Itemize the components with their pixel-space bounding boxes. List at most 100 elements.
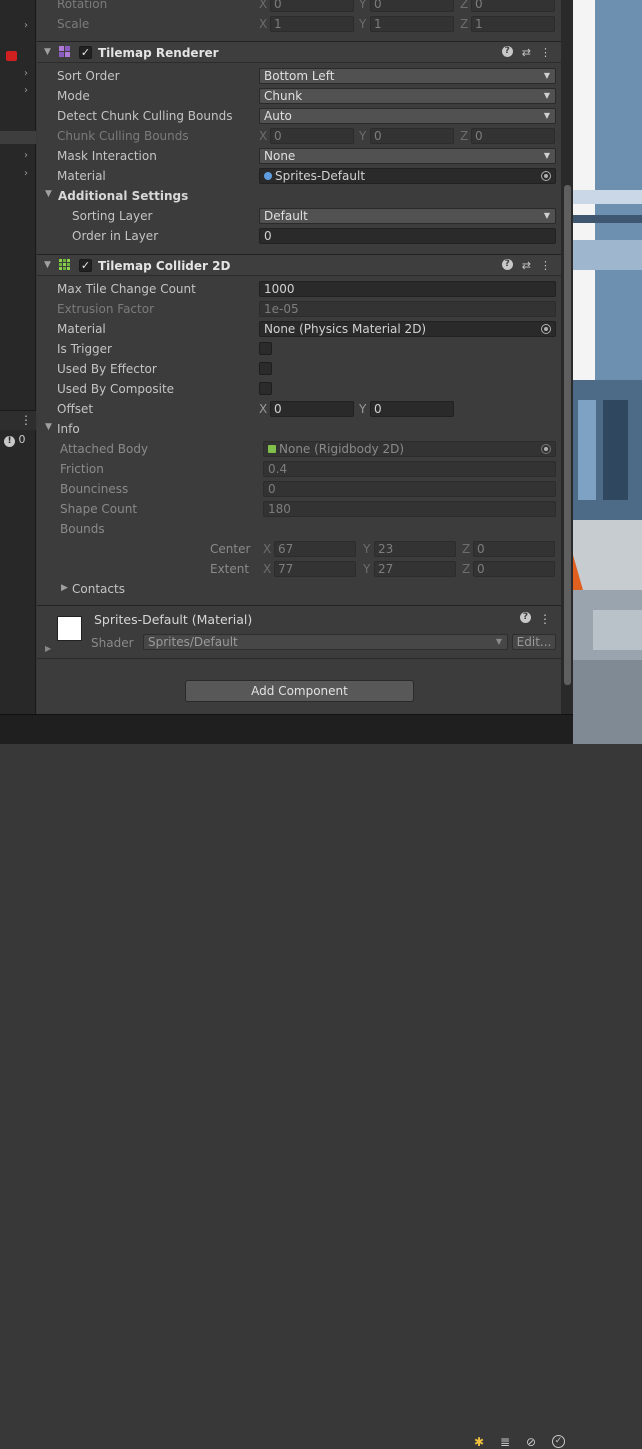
extent-x-field: 77 xyxy=(274,561,356,577)
order-in-layer-field[interactable]: 0 xyxy=(259,228,556,244)
foldout-arrow-icon[interactable]: ▼ xyxy=(45,422,52,432)
shape-count-field: 180 xyxy=(263,501,556,517)
sort-order-dropdown[interactable]: Bottom Left ▼ xyxy=(259,68,556,84)
tilemap-collider-header[interactable]: ▼ ✓ Tilemap Collider 2D ? ⇄ ⋮ xyxy=(37,254,561,276)
chunk-culling-z-field[interactable]: 0 xyxy=(471,128,555,144)
renderer-material-row: Material Sprites-Default xyxy=(37,166,561,186)
progress-check-icon[interactable]: ✓ xyxy=(552,1435,565,1448)
shader-dropdown[interactable]: Sprites/Default ▼ xyxy=(143,634,508,650)
tilemap-renderer-icon xyxy=(59,46,70,57)
scrollbar-thumb[interactable] xyxy=(564,185,571,685)
used-by-composite-label: Used By Composite xyxy=(57,382,175,396)
max-tile-change-field[interactable]: 1000 xyxy=(259,281,556,297)
chunk-culling-x-field[interactable]: 0 xyxy=(270,128,354,144)
mode-row: Mode Chunk ▼ xyxy=(37,86,561,106)
foldout-arrow-icon[interactable]: ▼ xyxy=(45,189,52,199)
material-preview-section: ▶ Sprites-Default (Material) ? ⋮ Shader S… xyxy=(37,605,561,657)
dropdown-arrow-icon: ▼ xyxy=(543,91,550,100)
rotation-row: Rotation X0 Y0 Z0 xyxy=(37,0,561,14)
tilemap-renderer-header[interactable]: ▼ ✓ Tilemap Renderer ? ⇄ ⋮ xyxy=(37,41,561,63)
additional-settings-row[interactable]: ▼ Additional Settings xyxy=(37,186,561,206)
help-icon[interactable]: ? xyxy=(501,259,513,270)
preset-sliders-icon[interactable]: ⇄ xyxy=(522,259,531,272)
debug-mode-icon[interactable]: ⊘ xyxy=(526,1435,540,1449)
additional-settings-label: Additional Settings xyxy=(58,189,189,203)
offset-y-field[interactable]: 0 xyxy=(370,401,454,417)
preset-sliders-icon[interactable]: ⇄ xyxy=(522,46,531,59)
tilemap-renderer-enabled-checkbox[interactable]: ✓ xyxy=(79,46,92,59)
help-icon[interactable]: ? xyxy=(501,46,513,57)
mode-dropdown[interactable]: Chunk ▼ xyxy=(259,88,556,104)
sort-order-row: Sort Order Bottom Left ▼ xyxy=(37,66,561,86)
scale-x-field[interactable]: 1 xyxy=(270,16,354,32)
cache-server-icon[interactable]: ≣ xyxy=(500,1435,514,1449)
hierarchy-selected-row[interactable] xyxy=(0,131,36,144)
info-foldout-row[interactable]: ▼ Info xyxy=(37,419,561,439)
extrusion-factor-field[interactable]: 1e-05 xyxy=(259,301,556,317)
mode-label: Mode xyxy=(57,89,90,103)
scale-z-field[interactable]: 1 xyxy=(471,16,555,32)
material-icon xyxy=(264,172,272,180)
more-options-icon[interactable]: ⋮ xyxy=(20,413,32,427)
mask-interaction-label: Mask Interaction xyxy=(57,149,157,163)
attached-body-field: None (Rigidbody 2D) xyxy=(263,441,556,457)
extent-label: Extent xyxy=(210,562,250,576)
is-trigger-checkbox[interactable] xyxy=(259,342,272,355)
mask-interaction-dropdown[interactable]: None ▼ xyxy=(259,148,556,164)
used-by-composite-checkbox[interactable] xyxy=(259,382,272,395)
foldout-arrow-icon[interactable]: ▼ xyxy=(44,260,51,270)
detect-chunk-culling-dropdown[interactable]: Auto ▼ xyxy=(259,108,556,124)
add-component-button[interactable]: Add Component xyxy=(185,680,414,702)
expand-chevron-icon[interactable]: › xyxy=(24,150,28,161)
renderer-material-field[interactable]: Sprites-Default xyxy=(259,168,556,184)
collider-material-field[interactable]: None (Physics Material 2D) xyxy=(259,321,556,337)
offset-x-field[interactable]: 0 xyxy=(270,401,354,417)
sorting-layer-dropdown[interactable]: Default ▼ xyxy=(259,208,556,224)
rotation-z-field[interactable]: 0 xyxy=(471,0,555,12)
is-trigger-row: Is Trigger xyxy=(37,339,561,359)
offset-row: Offset X0 Y0 xyxy=(37,399,561,419)
rotation-y-field[interactable]: 0 xyxy=(370,0,454,12)
object-picker-icon[interactable] xyxy=(541,324,551,334)
info-label: Info xyxy=(57,422,80,436)
lighting-bulb-icon[interactable]: ✱ xyxy=(474,1435,488,1449)
tilemap-collider-enabled-checkbox[interactable]: ✓ xyxy=(79,259,92,272)
console-warning-count[interactable]: ! 0 xyxy=(4,433,26,447)
more-options-icon[interactable]: ⋮ xyxy=(540,259,551,272)
object-picker-icon xyxy=(541,444,551,454)
rotation-x-field[interactable]: 0 xyxy=(270,0,354,12)
attached-body-row: Attached Body None (Rigidbody 2D) xyxy=(37,439,561,459)
expand-chevron-icon[interactable]: › xyxy=(24,168,28,179)
inspector-panel: Rotation X0 Y0 Z0 Scale X1 Y1 Z1 ▼ ✓ Til… xyxy=(37,0,561,714)
detect-chunk-culling-row: Detect Chunk Culling Bounds Auto ▼ xyxy=(37,106,561,126)
chunk-culling-bounds-label: Chunk Culling Bounds xyxy=(57,129,189,143)
used-by-effector-row: Used By Effector xyxy=(37,359,561,379)
help-icon[interactable]: ? xyxy=(520,612,531,623)
friction-field: 0.4 xyxy=(263,461,556,477)
foldout-arrow-icon[interactable]: ▼ xyxy=(44,47,51,57)
used-by-composite-row: Used By Composite xyxy=(37,379,561,399)
expand-chevron-icon[interactable]: › xyxy=(24,20,28,31)
renderer-material-label: Material xyxy=(57,169,106,183)
scale-y-field[interactable]: 1 xyxy=(370,16,454,32)
contacts-foldout-row[interactable]: ▶ Contacts xyxy=(37,579,561,599)
sorting-layer-label: Sorting Layer xyxy=(72,209,153,223)
chunk-culling-y-field[interactable]: 0 xyxy=(370,128,454,144)
center-x-field: 67 xyxy=(274,541,356,557)
mask-interaction-row: Mask Interaction None ▼ xyxy=(37,146,561,166)
more-options-icon[interactable]: ⋮ xyxy=(539,612,551,626)
console-toolbar: ⋮ xyxy=(0,410,36,430)
expand-chevron-icon[interactable]: › xyxy=(24,85,28,96)
console-count: 0 xyxy=(18,433,26,446)
expand-chevron-icon[interactable]: › xyxy=(24,68,28,79)
foldout-arrow-icon[interactable]: ▶ xyxy=(45,644,51,653)
dropdown-arrow-icon: ▼ xyxy=(543,211,550,220)
edit-shader-button[interactable]: Edit... xyxy=(512,634,556,650)
tilemap-renderer-title: Tilemap Renderer xyxy=(98,46,219,60)
object-picker-icon[interactable] xyxy=(541,171,551,181)
foldout-arrow-icon[interactable]: ▶ xyxy=(61,583,68,593)
more-options-icon[interactable]: ⋮ xyxy=(540,46,551,59)
extrusion-factor-row: Extrusion Factor 1e-05 xyxy=(37,299,561,319)
divider xyxy=(37,658,561,659)
used-by-effector-checkbox[interactable] xyxy=(259,362,272,375)
